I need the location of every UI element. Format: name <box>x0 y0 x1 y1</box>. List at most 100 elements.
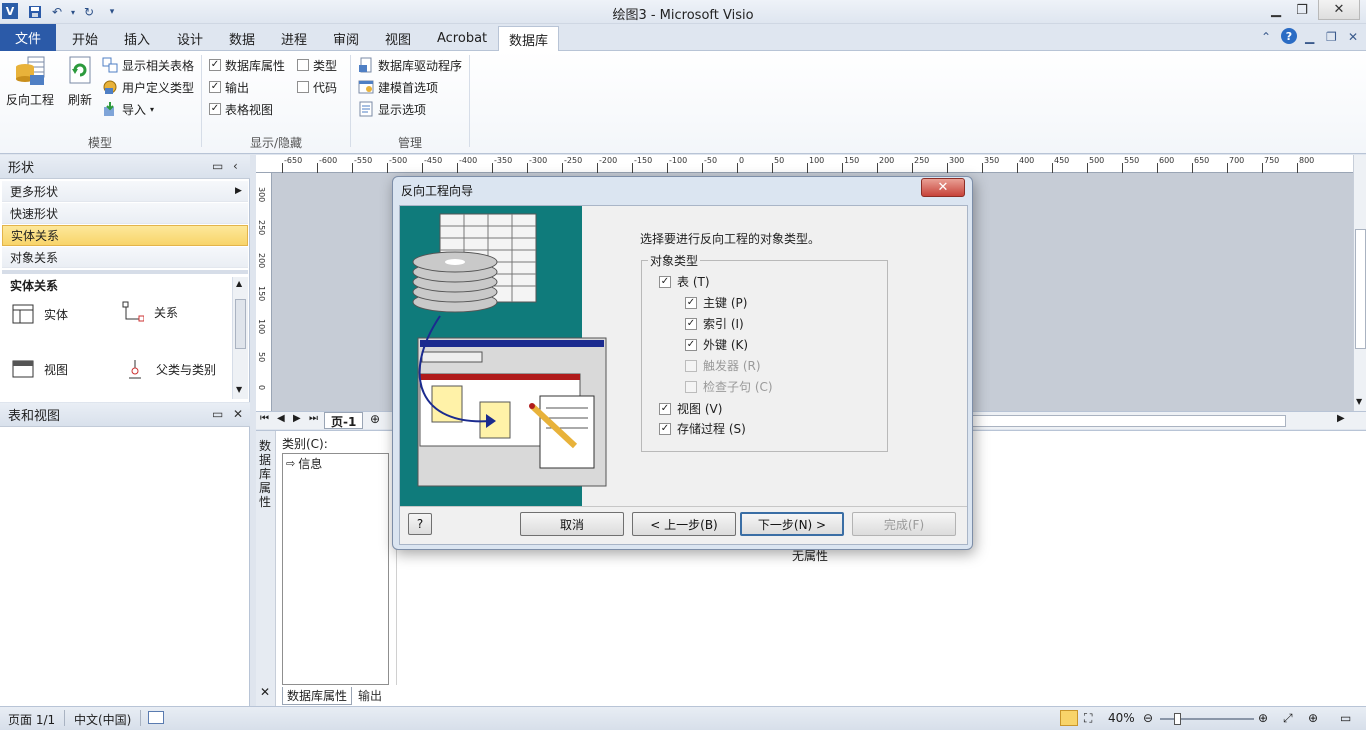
user-defined-types-button[interactable]: 用户定义类型 <box>102 77 194 97</box>
output-toggle[interactable]: ✓ 输出 <box>209 77 249 97</box>
more-shapes-row[interactable]: 更多形状 ▶ <box>2 181 248 202</box>
presentation-mode-icon[interactable]: ⛶ <box>1084 711 1092 726</box>
back-button[interactable]: < 上一步(B) <box>632 512 736 536</box>
entity-relationship-row[interactable]: 实体关系 <box>2 225 248 246</box>
next-button[interactable]: 下一步(N) > <box>740 512 844 536</box>
tab-file[interactable]: 文件 <box>0 24 56 51</box>
tab-home[interactable]: 开始 <box>62 26 108 51</box>
tab-data[interactable]: 数据 <box>219 26 265 51</box>
vertical-scrollbar[interactable]: ▼ <box>1353 155 1366 411</box>
option-tables[interactable]: ✓ 表 (T) <box>659 273 710 290</box>
insert-page-icon[interactable]: ⊕ <box>370 412 380 426</box>
zoom-in-icon[interactable]: ⊕ <box>1258 711 1268 725</box>
category-list[interactable]: ⇨ 信息 <box>282 453 389 685</box>
types-toggle[interactable]: 类型 <box>297 55 337 75</box>
foreign-keys-checkbox[interactable]: ✓ <box>685 338 697 351</box>
first-page-icon[interactable]: ⏮ <box>260 413 269 424</box>
option-indexes[interactable]: ✓ 索引 (I) <box>685 315 744 332</box>
code-toggle[interactable]: 代码 <box>297 77 337 97</box>
tab-insert[interactable]: 插入 <box>114 26 160 51</box>
tab-review[interactable]: 审阅 <box>323 26 369 51</box>
zoom-slider-thumb[interactable] <box>1174 713 1181 725</box>
finish-button[interactable]: 完成(F) <box>852 512 956 536</box>
object-relational-row[interactable]: 对象关系 <box>2 247 248 268</box>
prev-page-icon[interactable]: ◀ <box>277 413 285 424</box>
option-foreign-keys[interactable]: ✓ 外键 (K) <box>685 336 748 353</box>
reverse-engineer-button[interactable]: 反向工程 <box>6 55 54 108</box>
shape-view[interactable]: 视图 <box>12 358 68 380</box>
tab-database[interactable]: 数据库 <box>498 26 560 52</box>
splitter[interactable] <box>2 270 248 274</box>
scroll-down-icon[interactable]: ▼ <box>236 385 242 394</box>
scroll-up-icon[interactable]: ▲ <box>236 279 242 288</box>
collapse-pane-icon[interactable]: ‹ <box>233 159 238 173</box>
indexes-label: 索引 (I) <box>703 317 744 331</box>
pane-options-icon[interactable]: ▭ <box>212 159 223 173</box>
option-views[interactable]: ✓ 视图 (V) <box>659 400 722 417</box>
code-checkbox[interactable] <box>297 81 309 93</box>
refresh-button[interactable]: 刷新 <box>64 55 96 108</box>
last-page-icon[interactable]: ⏭ <box>309 413 318 424</box>
scroll-thumb[interactable] <box>235 299 246 349</box>
macro-record-icon[interactable] <box>148 711 164 724</box>
display-options-button[interactable]: 显示选项 <box>358 99 426 119</box>
tables-views-toggle[interactable]: ✓ 表格视图 <box>209 99 273 119</box>
horizontal-scroll-thumb[interactable] <box>956 415 1286 427</box>
close-window-icon[interactable]: ✕ <box>260 685 270 699</box>
zoom-out-icon[interactable]: ⊖ <box>1143 711 1153 725</box>
tab-view[interactable]: 视图 <box>375 26 421 51</box>
minimize-doc-icon[interactable]: ▁ <box>1305 30 1314 44</box>
shape-entity[interactable]: 实体 <box>12 303 68 325</box>
quick-shapes-row[interactable]: 快速形状 <box>2 203 248 224</box>
stencil-scrollbar[interactable]: ▲ ▼ <box>232 277 248 399</box>
types-checkbox[interactable] <box>297 59 309 71</box>
cancel-button[interactable]: 取消 <box>520 512 624 536</box>
pan-zoom-icon[interactable]: ⊕ <box>1308 711 1318 725</box>
show-related-tables-button[interactable]: 显示相关表格 <box>102 55 194 75</box>
close-window-button[interactable]: ✕ <box>1318 0 1360 20</box>
restore-doc-icon[interactable]: ❐ <box>1326 30 1337 44</box>
scroll-down-icon[interactable]: ▼ <box>1356 397 1362 406</box>
pane-options-icon[interactable]: ▭ <box>212 407 223 421</box>
tables-views-checkbox[interactable]: ✓ <box>209 103 221 115</box>
collapse-ribbon-icon[interactable]: ⌃ <box>1261 30 1271 44</box>
zoom-level[interactable]: 40% <box>1108 711 1135 725</box>
dialog-close-button[interactable]: ✕ <box>921 178 965 197</box>
import-button[interactable]: 导入 ▾ <box>102 99 154 119</box>
scroll-right-icon[interactable]: ▶ <box>1337 413 1345 424</box>
tab-acrobat[interactable]: Acrobat <box>427 26 497 51</box>
scroll-thumb[interactable] <box>1355 229 1366 349</box>
views-checkbox[interactable]: ✓ <box>659 402 671 415</box>
help-icon[interactable]: ? <box>1281 28 1297 44</box>
restore-button[interactable]: ❐ <box>1288 0 1316 20</box>
tab-output[interactable]: 输出 <box>352 687 388 705</box>
tables-checkbox[interactable]: ✓ <box>659 275 671 288</box>
primary-keys-checkbox[interactable]: ✓ <box>685 296 697 309</box>
tab-page-1[interactable]: 页-1 <box>324 412 364 429</box>
page-indicator[interactable]: 页面 1/1 <box>8 711 55 728</box>
output-checkbox[interactable]: ✓ <box>209 81 221 93</box>
tab-design[interactable]: 设计 <box>167 26 213 51</box>
database-properties-checkbox[interactable]: ✓ <box>209 59 221 71</box>
next-page-icon[interactable]: ▶ <box>293 413 301 424</box>
stored-procedures-checkbox[interactable]: ✓ <box>659 422 671 435</box>
option-primary-keys[interactable]: ✓ 主键 (P) <box>685 294 747 311</box>
help-button[interactable]: ? <box>408 513 432 535</box>
shape-category[interactable]: 父类与类别 <box>124 358 216 380</box>
fit-page-icon[interactable]: ⤢ <box>1283 711 1293 726</box>
option-stored-procedures[interactable]: ✓ 存储过程 (S) <box>659 420 746 437</box>
language-indicator[interactable]: 中文(中国) <box>74 711 131 728</box>
database-properties-toggle[interactable]: ✓ 数据库属性 <box>209 55 285 75</box>
tab-process[interactable]: 进程 <box>271 26 317 51</box>
switch-windows-icon[interactable]: ▭ <box>1340 711 1351 725</box>
close-doc-icon[interactable]: ✕ <box>1348 30 1358 44</box>
minimize-button[interactable]: ▁ <box>1262 0 1290 20</box>
close-pane-icon[interactable]: ✕ <box>233 407 243 421</box>
list-item[interactable]: ⇨ 信息 <box>283 454 388 473</box>
tab-db-properties[interactable]: 数据库属性 <box>282 687 353 705</box>
database-drivers-button[interactable]: 数据库驱动程序 <box>358 55 462 75</box>
modeling-preferences-button[interactable]: 建模首选项 <box>358 77 438 97</box>
indexes-checkbox[interactable]: ✓ <box>685 317 697 330</box>
full-screen-icon[interactable] <box>1060 710 1078 726</box>
shape-relationship[interactable]: 关系 <box>122 301 178 323</box>
